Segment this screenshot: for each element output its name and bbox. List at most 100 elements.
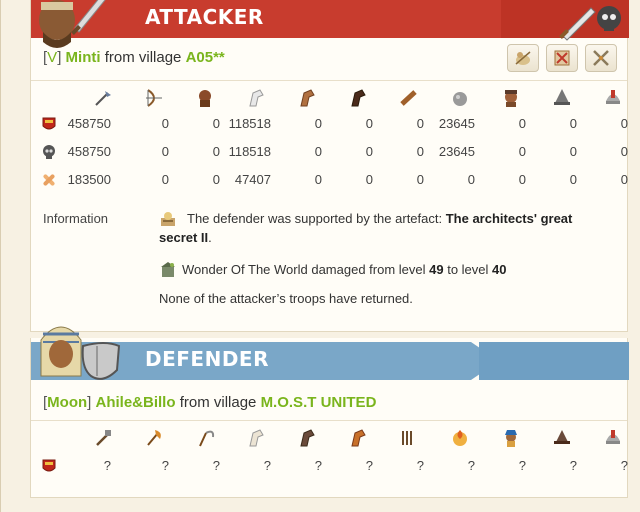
simulator-icon	[554, 50, 570, 66]
simulator-button[interactable]	[546, 44, 578, 72]
wonder-icon	[161, 262, 175, 277]
trade-route-button[interactable]	[507, 44, 539, 72]
attacker-troop-cell: 0	[314, 144, 322, 159]
defender-player-line: [Moon] Ahile&Billo from village M.O.S.T …	[43, 394, 377, 411]
battering-ram-icon	[402, 431, 412, 445]
information-label: Information	[43, 211, 109, 226]
defender-troop-cell: ?	[365, 458, 373, 473]
attacker-from-text: from village	[104, 49, 182, 66]
attacker-troop-cell: 0	[467, 172, 475, 187]
artefact-info-line2: secret II.	[159, 230, 212, 245]
attacker-troop-cell: 118518	[228, 116, 271, 131]
attacker-troop-cell: 0	[620, 172, 628, 187]
defender-troop-cell: ?	[518, 458, 526, 473]
attacker-troop-cell: 0	[518, 144, 526, 159]
attacker-troop-cell: 183500	[67, 172, 111, 187]
defender-troop-cell: ?	[314, 458, 322, 473]
attacker-troop-cell: 0	[569, 116, 577, 131]
attacker-troop-cell: 0	[569, 172, 577, 187]
attack-again-icon	[593, 50, 609, 66]
defender-from-text: from village	[179, 394, 257, 411]
defender-troop-cell: ?	[103, 458, 111, 473]
attacker-troop-cell: 0	[161, 116, 169, 131]
defender-player-link[interactable]: Ahile&Billo	[96, 394, 176, 411]
defender-divider	[31, 420, 627, 421]
attacker-troop-cell: 458750	[67, 116, 111, 131]
attacker-troop-cell: 0	[365, 172, 373, 187]
defender-troop-cell: ?	[569, 458, 577, 473]
attacker-player-line: [V] Minti from village A05**	[43, 49, 225, 66]
attacker-player-link[interactable]: Minti	[66, 49, 101, 66]
attacker-troop-cell: 0	[416, 144, 424, 159]
attacker-troop-cell: 47407	[234, 172, 271, 187]
orange-horse-icon	[351, 429, 366, 447]
attacker-troop-cell: 0	[161, 172, 169, 187]
defender-title: DEFENDER	[145, 347, 269, 371]
axe-icon	[147, 430, 161, 446]
defender-troop-cell: ?	[416, 458, 424, 473]
attacker-wounded-row: 183500 0 0 47407 0 0 0 0 0 0 0	[31, 172, 628, 194]
scythe-icon	[199, 430, 215, 447]
hero-helmet-icon	[606, 90, 620, 104]
fire-catapult-icon	[453, 430, 467, 446]
attacker-alliance-link[interactable]: V	[47, 49, 57, 66]
mounted-scout-icon	[300, 89, 315, 107]
attacker-troop-cell: 0	[212, 144, 220, 159]
wonder-damage-info: Wonder Of The World damaged from level 4…	[182, 262, 507, 277]
attack-again-button[interactable]	[585, 44, 617, 72]
settler-icon	[554, 89, 570, 105]
attacker-troop-cell: 0	[416, 172, 424, 187]
hero-helmet-icon	[606, 430, 620, 444]
defender-section: DEFENDER [Moon] Ahile&Billo from village…	[30, 326, 629, 498]
trade-route-icon	[515, 51, 531, 65]
dark-horse-icon	[351, 89, 366, 107]
attacker-troop-cell: 0	[518, 172, 526, 187]
attacker-troop-cell: 0	[212, 116, 220, 131]
attacker-troop-cell: 0	[314, 172, 322, 187]
defender-troop-cell: ?	[620, 458, 628, 473]
attacker-troop-cell: 0	[161, 144, 169, 159]
defender-village-link[interactable]: M.O.S.T UNITED	[261, 394, 377, 411]
defender-portrait	[40, 326, 121, 380]
defender-troop-cell: ?	[161, 458, 169, 473]
ram-icon	[400, 90, 417, 106]
artefact-icon	[161, 212, 175, 226]
attacker-banner: ATTACKER	[31, 0, 629, 38]
attacker-troop-cell: 0	[620, 116, 628, 131]
sword-skull-icon	[559, 6, 621, 41]
attacker-troop-cell: 0	[518, 116, 526, 131]
defender-troop-cell: ?	[263, 458, 271, 473]
chief-icon	[505, 90, 517, 107]
defender-troop-cell: ?	[467, 458, 475, 473]
senator-icon	[505, 430, 517, 447]
attacker-action-buttons	[507, 44, 617, 72]
attacker-troop-cell: 458750	[67, 144, 111, 159]
attacker-troop-cell: 0	[212, 172, 220, 187]
clubswinger-icon	[95, 91, 111, 106]
defender-troops-row: ???????????	[31, 458, 628, 480]
catapult-icon	[453, 92, 467, 106]
legionnaire-icon	[96, 430, 111, 446]
attacker-portrait	[39, 0, 106, 48]
settler-hat-icon	[554, 430, 570, 444]
attacker-village-link[interactable]: A05**	[186, 49, 225, 66]
horse-icon	[249, 89, 264, 107]
attacker-troop-cell: 0	[314, 116, 322, 131]
attacker-troop-cell: 0	[620, 144, 628, 159]
brown-horse-icon	[300, 429, 315, 447]
attacker-troop-cell: 0	[365, 116, 373, 131]
attacker-section: ATTACKER [V] Minti from village A05** 45…	[30, 0, 629, 332]
attacker-troop-cell: 23645	[438, 144, 475, 159]
bow-icon	[146, 89, 162, 107]
tribesman-icon	[199, 90, 211, 107]
attacker-troop-cell: 0	[365, 144, 373, 159]
attacker-casualties-row: 458750 0 0 118518 0 0 0 23645 0 0 0	[31, 144, 628, 166]
attacker-troops-row: 458750 0 0 118518 0 0 0 23645 0 0 0	[31, 116, 628, 138]
attacker-troop-cell: 118518	[228, 144, 271, 159]
attacker-divider	[31, 80, 627, 81]
white-horse-icon	[249, 429, 264, 447]
defender-unit-icons-row	[31, 427, 627, 449]
defender-alliance-link[interactable]: Moon	[47, 394, 87, 411]
attacker-title: ATTACKER	[145, 5, 264, 29]
attacker-unit-icons-row	[31, 87, 627, 109]
